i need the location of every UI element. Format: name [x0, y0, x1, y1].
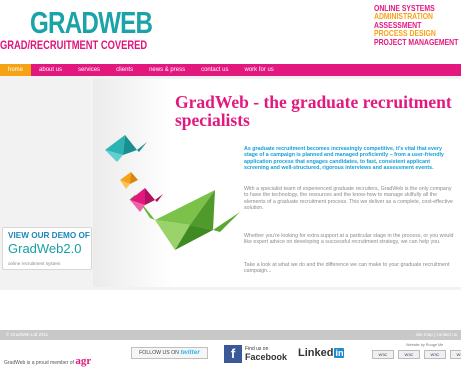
linkedin-wordmark: Linked [298, 347, 334, 359]
nav-clients[interactable]: clients [108, 64, 141, 76]
services-list: ONLINE SYSTEMS ADMINISTRATION ASSESSMENT… [374, 4, 459, 46]
demo-heading: VIEW OUR DEMO OF [8, 231, 90, 240]
w3c-badge-icon[interactable]: W3C [398, 350, 420, 359]
site-credit[interactable]: Website by Rouge Me [406, 343, 443, 347]
site-header: GRADWEB GRAD/RECRUITMENT COVERED ONLINE … [0, 0, 461, 60]
body-paragraph-1: With a specialist team of experienced gr… [244, 186, 453, 212]
twitter-logo-icon: twitter [180, 349, 200, 356]
orange-crane-icon [120, 172, 138, 189]
agr-logo: agr [75, 355, 92, 367]
linkedin-link[interactable]: Linked in [298, 347, 345, 359]
demo-product-name: GradWeb2.0 [8, 241, 82, 256]
pink-crane-icon [130, 188, 163, 212]
w3c-badge-icon[interactable]: W3C [372, 350, 394, 359]
footer-bar: © GradWeb Ltd 2011 site map | contact us [0, 330, 461, 340]
nav-work-for-us[interactable]: work for us [236, 64, 281, 76]
body-paragraph-2: Whether you're looking for extra support… [244, 233, 454, 246]
validation-badges: W3C W3C W3C W3C [372, 350, 461, 359]
linkedin-icon: in [334, 348, 345, 358]
service-project-management: PROJECT MANAGEMENT [374, 36, 459, 47]
nav-about-us[interactable]: about us [31, 64, 70, 76]
nav-contact-us[interactable]: contact us [193, 64, 236, 76]
twitter-follow-button[interactable]: FOLLOW US ON twitter [131, 347, 208, 359]
agr-membership[interactable]: GradWeb is a proud member of agr [4, 355, 91, 367]
member-text: GradWeb is a proud member of [4, 360, 74, 366]
footer-logo-strip [0, 290, 461, 330]
teal-crane-icon [105, 135, 147, 162]
copyright-text: © GradWeb Ltd 2011 [6, 332, 49, 337]
nav-services[interactable]: services [70, 64, 108, 76]
facebook-name: Facebook [245, 352, 288, 362]
w3c-badge-icon[interactable]: W3C [424, 350, 446, 359]
demo-caption: online recruitment system [8, 261, 61, 266]
intro-paragraph: As graduate recruitment becomes increasi… [244, 146, 444, 172]
nav-home[interactable]: home [0, 64, 32, 76]
nav-news-press[interactable]: news & press [141, 64, 193, 76]
twitter-prefix: FOLLOW US ON [139, 350, 179, 356]
page-title: GradWeb - the graduate recruitment speci… [175, 92, 452, 130]
facebook-link[interactable]: f Find us on Facebook [224, 344, 287, 364]
demo-banner[interactable]: VIEW OUR DEMO OF GradWeb2.0 online recru… [2, 227, 92, 270]
facebook-icon: f [224, 345, 242, 363]
footer-links[interactable]: site map | contact us [416, 330, 457, 340]
facebook-text: Find us on Facebook [245, 346, 287, 362]
logo-wordmark: GRADWEB [30, 5, 153, 40]
logo-tagline: GRAD/RECRUITMENT COVERED [0, 38, 148, 52]
gradweb-logo[interactable]: GRADWEB GRAD/RECRUITMENT COVERED [0, 7, 153, 60]
w3c-badge-icon[interactable]: W3C [450, 350, 461, 359]
main-nav: home about us services clients news & pr… [0, 64, 461, 76]
body-paragraph-3: Take a look at what we do and the differ… [244, 262, 450, 275]
